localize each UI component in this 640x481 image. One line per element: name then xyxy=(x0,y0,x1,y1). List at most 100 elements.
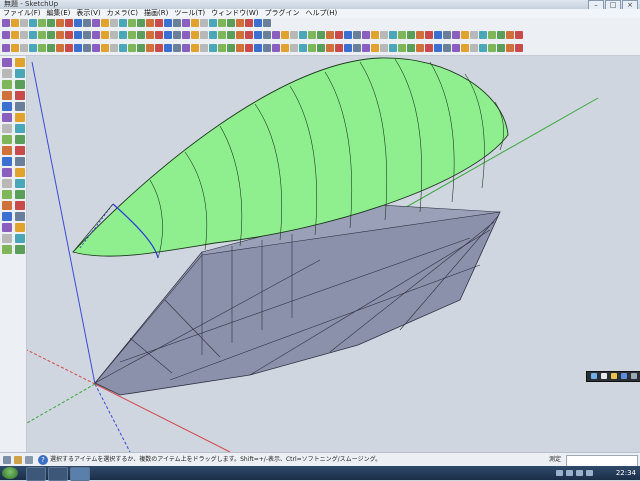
row2-tool-icon[interactable] xyxy=(371,31,379,39)
row2-tool-icon[interactable] xyxy=(290,31,298,39)
left-tool-icon[interactable] xyxy=(15,245,25,254)
row3-tool-icon[interactable] xyxy=(470,44,478,52)
left-tool-icon[interactable] xyxy=(15,113,25,122)
tray-icon-1[interactable] xyxy=(556,470,563,476)
row3-tool-icon[interactable] xyxy=(461,44,469,52)
left-tool-icon[interactable] xyxy=(2,69,12,78)
menu-window[interactable]: ウィンドウ(W) xyxy=(208,9,261,18)
row2-tool-icon[interactable] xyxy=(470,31,478,39)
row2-tool-icon[interactable] xyxy=(245,31,253,39)
row3-tool-icon[interactable] xyxy=(11,44,19,52)
left-tool-icon[interactable] xyxy=(15,80,25,89)
row3-tool-icon[interactable] xyxy=(38,44,46,52)
float-icon-2[interactable] xyxy=(601,373,607,379)
row2-tool-icon[interactable] xyxy=(461,31,469,39)
row2-tool-icon[interactable] xyxy=(497,31,505,39)
row2-tool-icon[interactable] xyxy=(65,31,73,39)
row1-tool-icon[interactable] xyxy=(200,19,208,27)
row2-tool-icon[interactable] xyxy=(56,31,64,39)
left-tool-icon[interactable] xyxy=(15,91,25,100)
row2-tool-icon[interactable] xyxy=(488,31,496,39)
row2-tool-icon[interactable] xyxy=(74,31,82,39)
left-tool-icon[interactable] xyxy=(15,223,25,232)
row3-tool-icon[interactable] xyxy=(290,44,298,52)
floating-toolbar[interactable] xyxy=(586,371,640,382)
menu-draw[interactable]: 描画(R) xyxy=(141,9,171,18)
menu-camera[interactable]: カメラ(C) xyxy=(104,9,141,18)
row3-tool-icon[interactable] xyxy=(227,44,235,52)
row3-tool-icon[interactable] xyxy=(182,44,190,52)
row3-tool-icon[interactable] xyxy=(236,44,244,52)
left-tool-icon[interactable] xyxy=(15,146,25,155)
row2-tool-icon[interactable] xyxy=(20,31,28,39)
row3-tool-icon[interactable] xyxy=(317,44,325,52)
row2-tool-icon[interactable] xyxy=(416,31,424,39)
row2-tool-icon[interactable] xyxy=(281,31,289,39)
row3-tool-icon[interactable] xyxy=(20,44,28,52)
row3-tool-icon[interactable] xyxy=(479,44,487,52)
row3-tool-icon[interactable] xyxy=(452,44,460,52)
row1-tool-icon[interactable] xyxy=(56,19,64,27)
row3-tool-icon[interactable] xyxy=(65,44,73,52)
row3-tool-icon[interactable] xyxy=(506,44,514,52)
row1-tool-icon[interactable] xyxy=(254,19,262,27)
left-tool-icon[interactable] xyxy=(2,234,12,243)
row2-tool-icon[interactable] xyxy=(92,31,100,39)
row1-tool-icon[interactable] xyxy=(128,19,136,27)
row2-tool-icon[interactable] xyxy=(299,31,307,39)
row1-tool-icon[interactable] xyxy=(164,19,172,27)
row2-tool-icon[interactable] xyxy=(2,31,10,39)
row3-tool-icon[interactable] xyxy=(344,44,352,52)
left-tool-icon[interactable] xyxy=(15,135,25,144)
model-viewport[interactable] xyxy=(26,56,640,453)
menu-help[interactable]: ヘルプ(H) xyxy=(302,9,340,18)
row3-tool-icon[interactable] xyxy=(515,44,523,52)
row1-tool-icon[interactable] xyxy=(137,19,145,27)
row2-tool-icon[interactable] xyxy=(236,31,244,39)
float-icon-5[interactable] xyxy=(631,373,637,379)
left-tool-icon[interactable] xyxy=(2,190,12,199)
row1-tool-icon[interactable] xyxy=(11,19,19,27)
row2-tool-icon[interactable] xyxy=(317,31,325,39)
row3-tool-icon[interactable] xyxy=(434,44,442,52)
left-tool-icon[interactable] xyxy=(2,58,12,67)
row3-tool-icon[interactable] xyxy=(488,44,496,52)
left-tool-icon[interactable] xyxy=(15,190,25,199)
row3-tool-icon[interactable] xyxy=(128,44,136,52)
row2-tool-icon[interactable] xyxy=(11,31,19,39)
row3-tool-icon[interactable] xyxy=(389,44,397,52)
geo-location-icon[interactable] xyxy=(3,456,11,464)
left-tool-icon[interactable] xyxy=(15,102,25,111)
help-icon[interactable]: ? xyxy=(38,455,48,465)
row3-tool-icon[interactable] xyxy=(83,44,91,52)
float-icon-4[interactable] xyxy=(621,373,627,379)
row2-tool-icon[interactable] xyxy=(182,31,190,39)
row2-tool-icon[interactable] xyxy=(29,31,37,39)
row3-tool-icon[interactable] xyxy=(398,44,406,52)
row1-tool-icon[interactable] xyxy=(146,19,154,27)
row3-tool-icon[interactable] xyxy=(200,44,208,52)
row2-tool-icon[interactable] xyxy=(110,31,118,39)
row1-tool-icon[interactable] xyxy=(101,19,109,27)
left-tool-icon[interactable] xyxy=(15,179,25,188)
row2-tool-icon[interactable] xyxy=(47,31,55,39)
row2-tool-icon[interactable] xyxy=(479,31,487,39)
left-tool-icon[interactable] xyxy=(2,212,12,221)
row2-tool-icon[interactable] xyxy=(164,31,172,39)
row2-tool-icon[interactable] xyxy=(209,31,217,39)
row2-tool-icon[interactable] xyxy=(146,31,154,39)
row2-tool-icon[interactable] xyxy=(38,31,46,39)
row3-tool-icon[interactable] xyxy=(407,44,415,52)
row1-tool-icon[interactable] xyxy=(65,19,73,27)
menu-tools[interactable]: ツール(T) xyxy=(171,9,208,18)
left-tool-icon[interactable] xyxy=(15,157,25,166)
row3-tool-icon[interactable] xyxy=(380,44,388,52)
row1-tool-icon[interactable] xyxy=(20,19,28,27)
row3-tool-icon[interactable] xyxy=(209,44,217,52)
left-tool-icon[interactable] xyxy=(2,80,12,89)
row3-tool-icon[interactable] xyxy=(425,44,433,52)
row1-tool-icon[interactable] xyxy=(38,19,46,27)
tray-icon-2[interactable] xyxy=(566,470,573,476)
row1-tool-icon[interactable] xyxy=(191,19,199,27)
row2-tool-icon[interactable] xyxy=(101,31,109,39)
